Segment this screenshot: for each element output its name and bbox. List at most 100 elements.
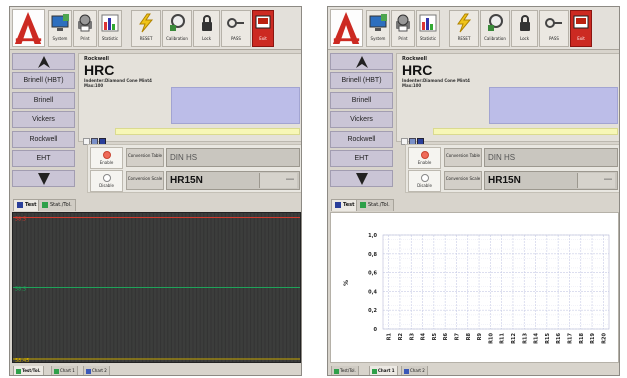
toolbar-button-label: RESET <box>457 36 471 41</box>
sidebar-item-rockwell[interactable]: Rockwell <box>12 130 75 148</box>
bottom-tab-chart-1[interactable]: Chart 1 <box>51 366 78 375</box>
toolbar-button-label: Exit <box>259 36 267 41</box>
toolbar-button-lock[interactable]: Lock <box>193 10 220 47</box>
sidebar-item-brinell-hbt[interactable]: Brinell (HBT) <box>330 72 393 89</box>
sidebar-item-vickers[interactable]: Vickers <box>12 111 75 128</box>
toolbar-button-calibration[interactable]: Calibration <box>162 10 192 47</box>
toolbar-button-label: Lock <box>519 36 530 41</box>
toolbar-button-label: PASS <box>549 36 559 41</box>
scroll-down-button[interactable] <box>330 170 393 187</box>
disable-radio[interactable]: Disable <box>408 170 441 192</box>
conversion-table-field[interactable]: DIN HS <box>166 148 300 167</box>
conversion-table-field[interactable]: DIN HS <box>484 148 618 167</box>
disable-radio[interactable]: Disable <box>90 170 123 192</box>
bottom-tab-test-tol[interactable]: Test/Tol. <box>331 366 359 375</box>
toolbar-button-calibration[interactable]: Calibration <box>480 10 510 47</box>
toolbar-button-print[interactable]: Print <box>391 10 415 47</box>
tab-stat-tol[interactable]: Stat./Tol. <box>356 199 394 211</box>
scale-name: HRC <box>402 62 433 78</box>
chart-tabs: Test Stat./Tol. <box>10 197 301 211</box>
toolbar-button-exit[interactable]: Exit <box>252 10 274 47</box>
toolbar-button-pass[interactable]: PASS <box>221 10 251 47</box>
toolbar-button-lock[interactable]: Lock <box>511 10 538 47</box>
toolbar-button-label: System <box>370 36 386 41</box>
tab-test[interactable]: Test <box>13 199 41 211</box>
toolbar-button-label: RESET <box>139 36 153 41</box>
bottom-tab-test-tol-label: Test/Tol. <box>22 368 41 373</box>
scroll-up-button[interactable] <box>330 53 393 70</box>
toolbar-button-system[interactable]: System <box>366 10 390 47</box>
statistics-chart-area: 1,0 0,8 0,6 0,4 0,2 0 R1 R2 R3 R4 R5 R6 R7 R8 R9 R10 R11… <box>330 212 619 363</box>
y-tick-label: 0,4 <box>368 289 377 295</box>
conversion-scale-dropdown[interactable]: ---- <box>259 173 297 188</box>
sidebar-item-brinell[interactable]: Brinell <box>330 91 393 109</box>
x-tick-label: R15 <box>545 332 551 343</box>
toolbar-button-print[interactable]: Print <box>73 10 97 47</box>
exit-icon <box>253 13 273 33</box>
conversion-scale-dropdown[interactable]: ---- <box>577 173 615 188</box>
chart2-icon <box>404 368 409 374</box>
x-tick-label: R11 <box>500 332 506 343</box>
y-tick-label: 0 <box>374 327 378 333</box>
sidebar-item-eht[interactable]: EHT <box>12 150 75 167</box>
x-tick-label: R4 <box>421 332 427 340</box>
tab-test[interactable]: Test <box>331 199 359 211</box>
toolbar-button-label: Print <box>398 36 408 41</box>
conversion-scale-value: HR15N <box>488 175 521 186</box>
disable-label: Disable <box>99 183 114 188</box>
enable-radio[interactable]: Enable <box>408 147 441 169</box>
conversion-scale-button[interactable]: Conversion Scale <box>126 171 164 190</box>
test-info-panel: Rockwell HRC Indenter:Diamond Cone Mint4 Ma… <box>78 53 301 145</box>
monitor-icon <box>49 13 71 33</box>
sidebar-item-rockwell[interactable]: Rockwell <box>330 130 393 148</box>
calibration-icon <box>163 13 191 33</box>
bottom-tab-chart-1[interactable]: Chart 1 <box>369 366 398 375</box>
key-icon <box>540 13 568 33</box>
toolbar-button-exit[interactable]: Exit <box>570 10 592 47</box>
status-strip <box>433 128 618 135</box>
result-display-box <box>171 87 300 124</box>
status-strip <box>115 128 300 135</box>
toolbar-button-pass[interactable]: PASS <box>539 10 569 47</box>
logo <box>12 9 45 47</box>
arrow-down-icon <box>355 173 368 185</box>
live-test-plot: 58.5 58.5 58.45 <box>12 212 301 364</box>
toolbar-button-label: PASS <box>231 36 241 41</box>
scroll-up-button[interactable] <box>12 53 75 70</box>
toolbar-button-statistic[interactable]: Statistic <box>416 10 440 47</box>
status-icons <box>83 130 113 145</box>
bottom-tab-chart-2[interactable]: Chart 2 <box>83 366 110 375</box>
toolbar-button-reset[interactable]: RESET <box>131 10 161 47</box>
toolbar-button-label: System <box>52 36 68 41</box>
enable-label: Enable <box>99 160 114 165</box>
bottom-tabs: Test/Tol. Chart 1 Chart 2 <box>328 365 619 375</box>
chart2-icon <box>86 368 91 374</box>
bottom-tab-test-tol-label: Test/Tol. <box>340 368 356 373</box>
enable-radio[interactable]: Enable <box>90 147 123 169</box>
x-tick-label: R18 <box>579 332 585 343</box>
test-tab-icon <box>335 201 341 208</box>
sidebar-item-brinell-hbt[interactable]: Brinell (HBT) <box>12 72 75 89</box>
sidebar-item-eht[interactable]: EHT <box>330 150 393 167</box>
x-tick-label: R8 <box>466 332 472 340</box>
sidebar-item-brinell[interactable]: Brinell <box>12 91 75 109</box>
scroll-down-button[interactable] <box>12 170 75 187</box>
conversion-scale-field[interactable]: HR15N ---- <box>484 171 618 190</box>
toolbar-button-label: Statistic <box>101 36 119 41</box>
conversion-table-button[interactable]: Conversion Table <box>444 148 482 167</box>
sidebar-item-vickers[interactable]: Vickers <box>330 111 393 128</box>
chart1-icon <box>54 368 59 374</box>
toolbar-button-system[interactable]: System <box>48 10 72 47</box>
conversion-scale-field[interactable]: HR15N ---- <box>166 171 300 190</box>
conversion-table-button[interactable]: Conversion Table <box>126 148 164 167</box>
toolbar-button-label: Print <box>80 36 90 41</box>
toolbar-button-reset[interactable]: RESET <box>449 10 479 47</box>
bottom-tab-chart-2[interactable]: Chart 2 <box>401 366 428 375</box>
lower-limit-line-label: 58.45 <box>15 358 29 362</box>
toolbar-button-statistic[interactable]: Statistic <box>98 10 122 47</box>
conversion-scale-button[interactable]: Conversion Scale <box>444 171 482 190</box>
bottom-tab-test-tol[interactable]: Test/Tol. <box>13 366 44 375</box>
x-tick-label: R14 <box>534 332 540 343</box>
test-tol-icon <box>334 368 339 374</box>
tab-stat-tol[interactable]: Stat./Tol. <box>38 199 76 211</box>
